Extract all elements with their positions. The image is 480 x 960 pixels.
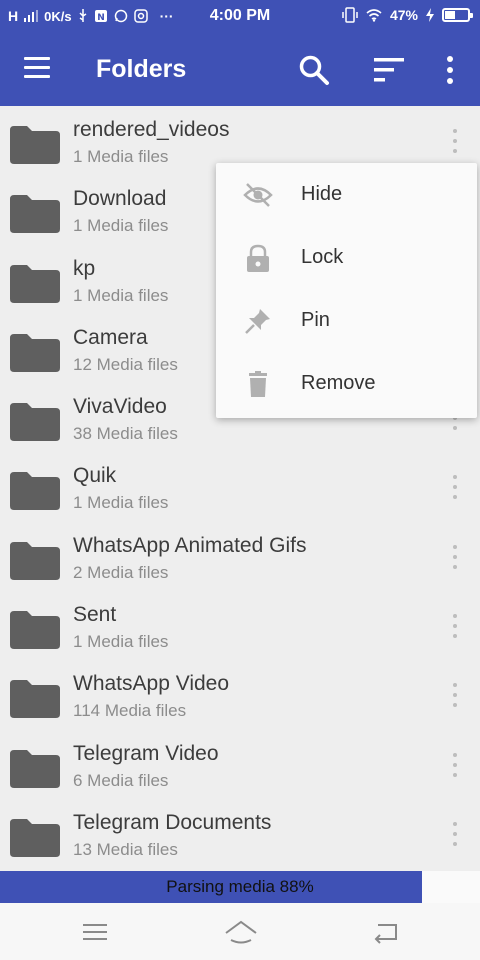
folder-name: Download bbox=[73, 187, 167, 211]
folder-row[interactable]: Telegram Documents 13 Media files bbox=[0, 799, 480, 868]
folder-name: WhatsApp Video bbox=[73, 672, 230, 696]
menu-item-hide[interactable]: Hide bbox=[216, 163, 477, 226]
folder-media-count: 1 Media files bbox=[73, 216, 169, 236]
folder-media-count: 2 Media files bbox=[73, 562, 169, 582]
row-overflow-icon[interactable] bbox=[446, 542, 464, 572]
folder-media-count: 114 Media files bbox=[73, 701, 187, 721]
folder-media-count: 1 Media files bbox=[73, 285, 169, 305]
folder-media-count: 6 Media files bbox=[73, 770, 169, 790]
sort-icon[interactable] bbox=[372, 56, 406, 84]
vibrate-icon bbox=[342, 7, 358, 23]
home-icon[interactable] bbox=[224, 919, 258, 945]
hamburger-menu-icon[interactable] bbox=[24, 57, 50, 79]
folder-icon bbox=[10, 818, 60, 857]
folder-media-count: 38 Media files bbox=[73, 424, 178, 444]
folder-name: rendered_videos bbox=[73, 118, 230, 141]
back-icon[interactable] bbox=[372, 919, 402, 945]
folder-name: Sent bbox=[73, 603, 117, 627]
folder-icon bbox=[10, 749, 60, 788]
trash-icon bbox=[249, 371, 267, 397]
row-overflow-icon[interactable] bbox=[446, 472, 464, 502]
menu-item-pin[interactable]: Pin bbox=[216, 289, 477, 352]
folder-name: Telegram Documents bbox=[73, 810, 272, 834]
recents-menu-icon[interactable] bbox=[80, 919, 110, 945]
overflow-menu-icon[interactable] bbox=[440, 54, 460, 86]
folder-media-count: 1 Media files bbox=[73, 632, 169, 652]
folder-name: Telegram Video bbox=[73, 741, 219, 765]
system-nav-bar bbox=[0, 903, 480, 960]
menu-item-label: Remove bbox=[301, 372, 376, 394]
folder-name: WhatsApp Animated Gifs bbox=[73, 533, 307, 557]
folder-icon bbox=[10, 403, 60, 442]
folder-media-count: 12 Media files bbox=[73, 354, 178, 374]
menu-item-label: Hide bbox=[301, 183, 343, 205]
folder-icon bbox=[10, 333, 60, 372]
eye-off-icon bbox=[243, 183, 273, 207]
folder-row[interactable]: Telegram Video 6 Media files bbox=[0, 730, 480, 799]
folder-name: kp bbox=[73, 256, 96, 280]
battery-level bbox=[445, 11, 456, 19]
folder-row[interactable]: WhatsApp Animated Gifs 2 Media files bbox=[0, 522, 480, 591]
row-overflow-icon[interactable] bbox=[446, 680, 464, 710]
menu-item-remove[interactable]: Remove bbox=[216, 352, 477, 415]
search-icon[interactable] bbox=[298, 54, 330, 86]
menu-item-lock[interactable]: Lock bbox=[216, 226, 477, 289]
page-title: Folders bbox=[96, 55, 187, 83]
folder-icon bbox=[10, 541, 60, 580]
progress-label: Parsing media 88% bbox=[166, 877, 314, 896]
context-menu: Hide Lock Pin Remove bbox=[216, 163, 477, 418]
folder-name: VivaVideo bbox=[73, 395, 167, 419]
menu-item-label: Pin bbox=[301, 309, 330, 331]
folder-icon bbox=[10, 472, 60, 511]
folder-icon bbox=[10, 611, 60, 650]
status-bar: H 0K/s N ··· 4:00 PM 47% bbox=[0, 0, 480, 32]
folder-icon bbox=[10, 126, 60, 164]
folder-row[interactable]: WhatsApp Video 114 Media files bbox=[0, 660, 480, 729]
battery-percent: 47% bbox=[389, 7, 418, 23]
folder-media-count: 1 Media files bbox=[73, 493, 169, 513]
folder-row[interactable]: Quik 1 Media files bbox=[0, 452, 480, 521]
row-overflow-icon[interactable] bbox=[446, 126, 464, 156]
battery-icon bbox=[442, 8, 473, 22]
folder-name: Camera bbox=[73, 325, 148, 349]
wifi-icon bbox=[366, 9, 382, 22]
parsing-progress-bar: Parsing media 88% bbox=[0, 871, 480, 903]
menu-item-label: Lock bbox=[301, 246, 344, 268]
charging-icon bbox=[426, 8, 434, 22]
lock-icon bbox=[247, 244, 269, 272]
row-overflow-icon[interactable] bbox=[446, 750, 464, 780]
folder-icon bbox=[10, 680, 60, 719]
folder-row[interactable]: Sent 1 Media files bbox=[0, 591, 480, 660]
row-overflow-icon[interactable] bbox=[446, 819, 464, 849]
folder-name: Quik bbox=[73, 464, 117, 488]
app-bar: Folders bbox=[0, 32, 480, 106]
folder-icon bbox=[10, 195, 60, 234]
row-overflow-icon[interactable] bbox=[446, 611, 464, 641]
folder-icon bbox=[10, 264, 60, 303]
pin-icon bbox=[245, 309, 270, 334]
folder-media-count: 1 Media files bbox=[73, 147, 169, 166]
folder-media-count: 13 Media files bbox=[73, 839, 178, 859]
